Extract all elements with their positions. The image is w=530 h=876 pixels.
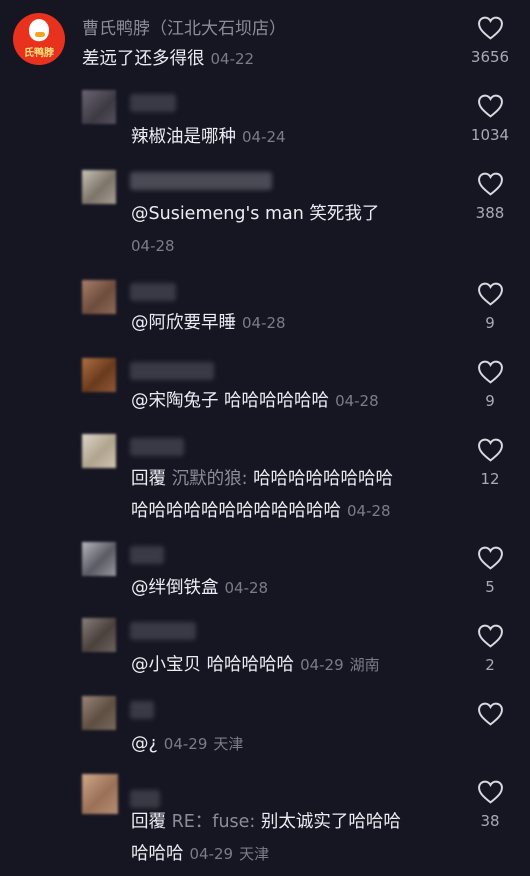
like-count: 38 [480, 812, 500, 830]
comment-date: 04-22 [210, 50, 255, 68]
username[interactable] [130, 438, 184, 456]
heart-icon [477, 94, 503, 118]
like-button[interactable]: 2 [450, 624, 530, 674]
reply-text: 辣椒油是哪种 04-24 [131, 127, 286, 147]
like-button[interactable]: 388 [450, 172, 530, 222]
reply-date: 04-29 [189, 845, 234, 863]
reply-text: @Susiemeng's man 笑死我了 [131, 204, 380, 224]
username[interactable] [130, 622, 196, 640]
like-count: 5 [485, 578, 495, 596]
reply-location: 天津 [239, 845, 270, 863]
reply-date: 04-28 [242, 314, 286, 332]
like-button[interactable]: 38 [450, 780, 530, 830]
heart-icon [477, 780, 503, 804]
avatar[interactable] [82, 618, 116, 652]
username[interactable] [130, 790, 160, 808]
avatar[interactable] [82, 358, 116, 392]
like-count: 3656 [470, 48, 510, 66]
reply-prefix: 回覆 [131, 812, 166, 832]
avatar[interactable] [82, 434, 116, 468]
username[interactable] [130, 362, 214, 380]
reply-text: 回覆 沉默的狼: 哈哈哈哈哈哈哈哈 [131, 469, 394, 489]
username[interactable] [130, 172, 272, 190]
avatar[interactable] [82, 280, 116, 314]
heart-icon [477, 16, 503, 40]
reply-date: 04-28 [131, 237, 175, 255]
reply-text: @¿ 04-29 天津 [131, 734, 244, 754]
like-count: 388 [475, 204, 505, 222]
avatar[interactable] [82, 696, 116, 730]
like-button[interactable]: 9 [450, 360, 530, 410]
author-avatar[interactable]: 氏鸭脖 [13, 13, 65, 65]
duck-logo-icon [29, 19, 49, 41]
like-button[interactable]: 12 [450, 438, 530, 488]
username[interactable] [130, 701, 154, 719]
like-count: 12 [480, 470, 500, 488]
username[interactable] [130, 283, 176, 301]
reply-text-continued: 哈哈哈哈哈哈哈哈哈哈哈哈 04-28 [131, 501, 391, 521]
reply-location: 天津 [213, 735, 244, 753]
avatar[interactable] [82, 774, 118, 814]
username[interactable] [130, 94, 176, 112]
heart-icon [477, 172, 503, 196]
reply-date: 04-29 [300, 656, 344, 674]
reply-location: 湖南 [349, 656, 380, 674]
reply-date: 04-29 [163, 735, 208, 753]
reply-date-line: 04-28 [131, 231, 175, 261]
reply-date: 04-28 [335, 392, 379, 410]
like-count: 9 [485, 314, 495, 332]
reply-date: 04-28 [224, 579, 269, 597]
heart-icon [477, 438, 503, 462]
avatar[interactable] [82, 170, 116, 204]
reply-text: @阿欣要早睡 04-28 [131, 313, 286, 333]
reply-text: @小宝贝 哈哈哈哈哈 04-29 湖南 [131, 655, 380, 675]
heart-icon [477, 282, 503, 306]
reply-text-continued: 哈哈哈 04-29 天津 [131, 844, 270, 864]
like-count: 1034 [470, 126, 510, 144]
like-button[interactable]: 3656 [450, 16, 530, 66]
reply-to-user[interactable]: 沉默的狼: [172, 469, 248, 489]
like-count: 9 [485, 392, 495, 410]
comment-text: 差远了还多得很 04-22 [82, 49, 255, 69]
avatar[interactable] [82, 90, 116, 124]
avatar[interactable] [82, 542, 116, 576]
like-button[interactable]: 9 [450, 282, 530, 332]
reply-text: 回覆 RE：fuse: 别太诚实了哈哈哈 [131, 812, 401, 832]
heart-icon [477, 546, 503, 570]
heart-icon [477, 702, 503, 726]
avatar-brand-text: 氏鸭脖 [24, 48, 54, 59]
heart-icon [477, 624, 503, 648]
like-button[interactable]: 5 [450, 546, 530, 596]
reply-text: @宋陶兔子 哈哈哈哈哈哈 04-28 [131, 391, 379, 411]
like-button[interactable]: 1034 [450, 94, 530, 144]
author-name[interactable]: 曹氏鸭脖（江北大石坝店） [82, 14, 286, 39]
reply-to-user[interactable]: RE：fuse: [172, 812, 256, 832]
username[interactable] [130, 546, 164, 564]
reply-date: 04-24 [242, 128, 286, 146]
like-button[interactable] [450, 702, 530, 734]
reply-text: @绊倒铁盒 04-28 [131, 578, 269, 598]
reply-prefix: 回覆 [131, 469, 166, 489]
like-count: 2 [485, 656, 495, 674]
reply-date: 04-28 [347, 502, 391, 520]
heart-icon [477, 360, 503, 384]
